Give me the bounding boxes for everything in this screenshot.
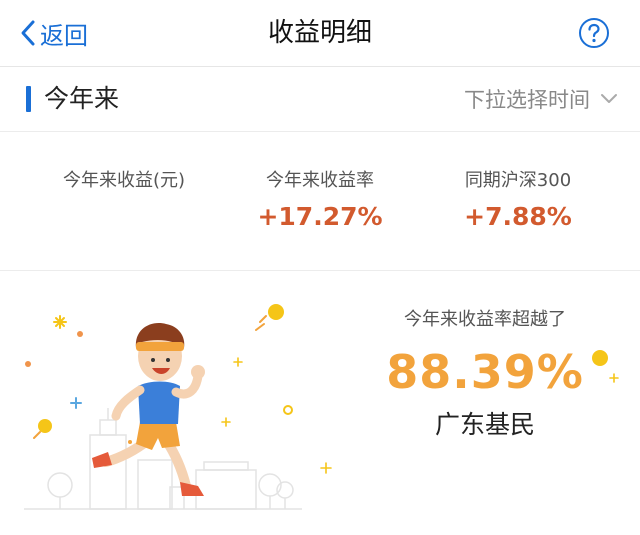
runner-back-arm [111,385,145,421]
coin-icon [38,419,52,433]
ytd-income-label: 今年来收益(元) [62,170,186,191]
sparkle-icon [320,462,332,474]
back-button[interactable]: 返回 [20,10,88,56]
section-title: 今年来 [44,84,120,113]
ranking-value: 88.39% [386,345,584,399]
ytd-return-stat: 今年来收益率 +17.27% [220,166,420,231]
benchmark-stat: 同期沪深300 +7.88% [418,166,618,231]
period-section-header: 今年来 下拉选择时间 [0,67,640,132]
page-title: 收益明细 [267,18,372,48]
help-button[interactable] [578,17,610,49]
runner-headband [136,342,184,351]
stats-row: 今年来收益(元) 今年来收益率 +17.27% 同期沪深300 +7.88% [0,132,640,271]
ytd-income-stat: 今年来收益(元) [24,166,224,192]
ytd-return-label: 今年来收益率 [266,170,374,191]
runner-front-arm [171,371,203,399]
back-label: 返回 [40,21,88,50]
benchmark-value: +7.88% [464,202,572,231]
ranking-label: 今年来收益率超越了 [404,309,566,330]
sparkle-icon [53,315,67,329]
benchmark-label: 同期沪深300 [464,170,572,191]
ranking-subject: 广东基民 [434,410,535,439]
coin-icon [268,304,284,320]
time-range-label: 下拉选择时间 [464,88,590,112]
runner-shorts [136,422,180,450]
chevron-down-icon [601,94,617,103]
runner-illustration [24,304,302,510]
coin-icon [283,405,293,415]
section-marker [26,86,31,112]
time-range-dropdown[interactable]: 下拉选择时间 [464,67,618,131]
question-circle-icon [579,18,609,48]
sparkle-icon [70,397,82,409]
sparkle-icon [221,357,243,427]
runner-fist [191,365,205,379]
top-navigation-bar: 返回 收益明细 [0,0,640,67]
ytd-return-value: +17.27% [257,202,383,231]
runner-front-shoe [180,482,204,496]
runner-shirt [138,381,180,424]
ranking-panel: 今年来收益率超越了 88.39% 广东基民 [360,305,610,441]
chevron-left-icon [21,20,35,46]
